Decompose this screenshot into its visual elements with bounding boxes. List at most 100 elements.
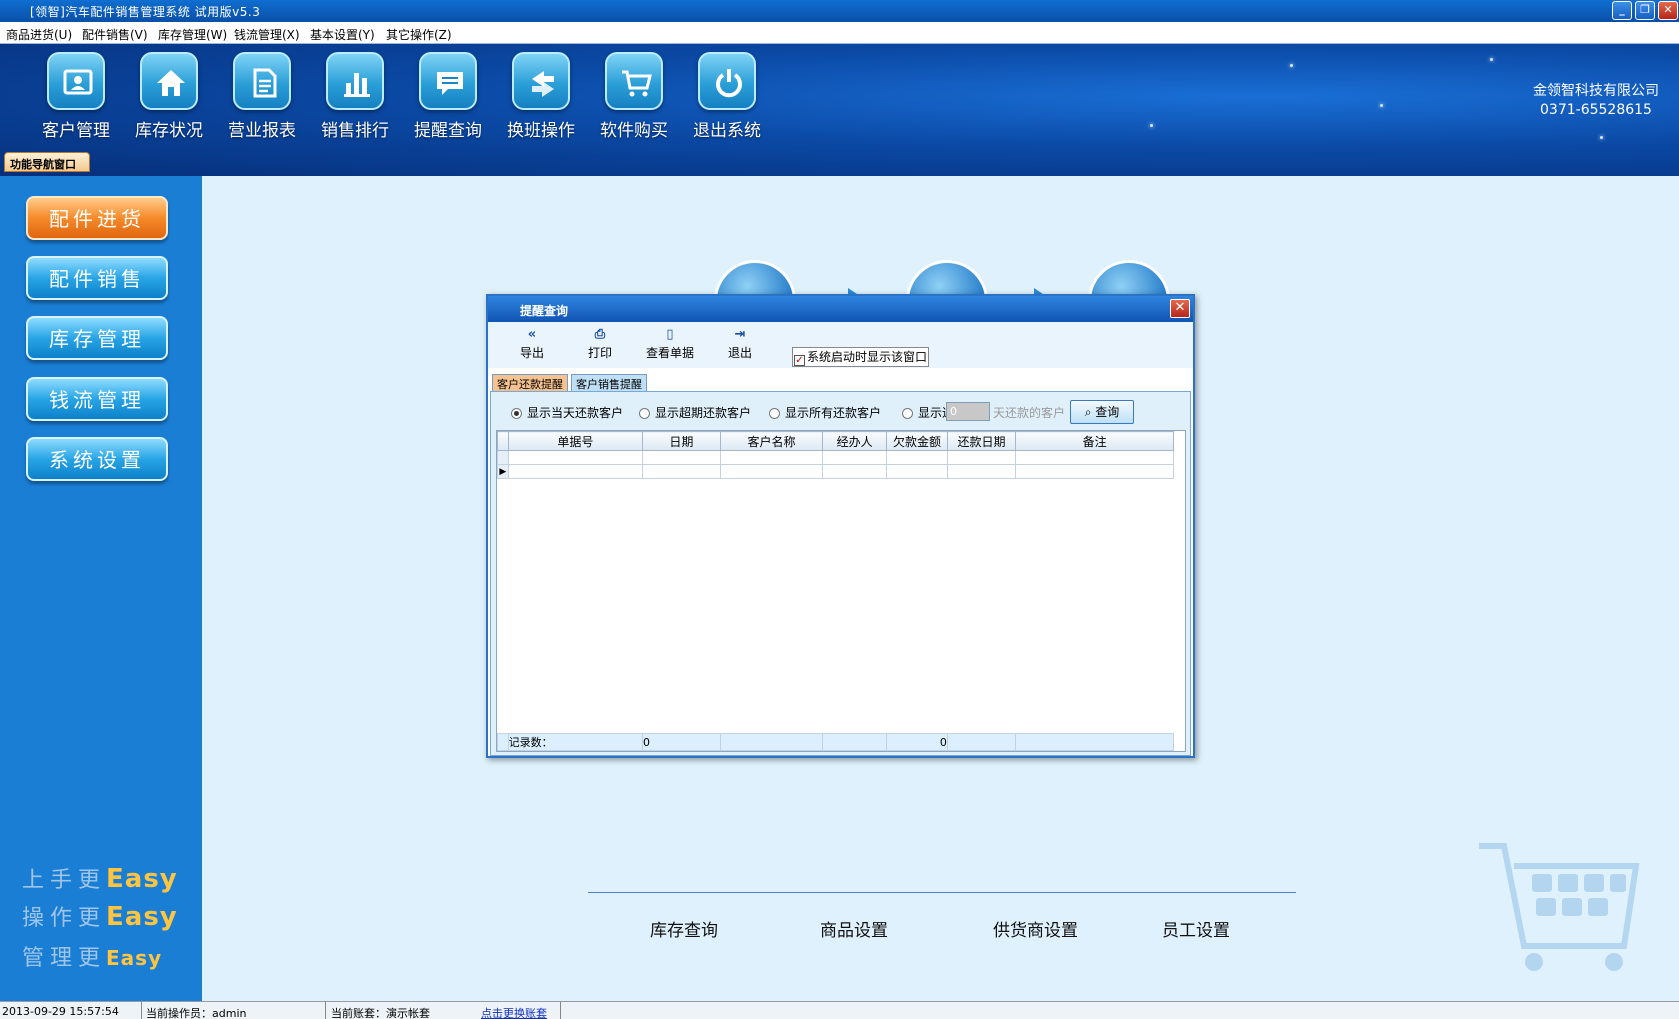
row-header [497, 450, 509, 465]
star-decoration [1290, 64, 1293, 67]
table-cell[interactable] [507, 464, 644, 479]
query-button-label: 查询 [1095, 405, 1120, 419]
menu-basic-settings[interactable]: 基本设置(Y) [310, 26, 375, 43]
menu-goods-purchase[interactable]: 商品进货(U) [6, 26, 72, 43]
table-cell[interactable] [822, 464, 888, 479]
status-account: 当前账套：演示帐套 [331, 1007, 430, 1019]
slogan-text: 管理更 [22, 946, 107, 971]
menu-other[interactable]: 其它操作(Z) [386, 26, 452, 43]
toolbar-inventory-status[interactable]: 库存状况 [127, 52, 211, 142]
tool-label: 导出 [520, 346, 545, 360]
current-row-pointer-icon: ▶ [497, 464, 509, 479]
table-header-row: 单据号 日期 客户名称 经办人 欠款金额 还款日期 备注 [497, 431, 1174, 451]
radio-dot [902, 408, 913, 419]
show-on-startup-checkbox[interactable]: ✓ 系统启动时显示该窗口 [792, 347, 930, 367]
tab-customer-repayment[interactable]: 客户还款提醒 [492, 374, 568, 391]
column-header[interactable]: 备注 [1015, 431, 1174, 451]
status-operator: 当前操作员：admin [146, 1007, 247, 1019]
table-cell[interactable] [719, 464, 824, 479]
radio-all[interactable]: 显示所有还款客户 [769, 404, 881, 421]
cart-watermark-icon [1479, 843, 1640, 971]
slogan-accent: Easy [106, 902, 178, 932]
table-row[interactable] [497, 450, 1174, 465]
table-cell[interactable] [886, 464, 948, 479]
tab-customer-sales[interactable]: 客户销售提醒 [571, 374, 647, 391]
close-window-button[interactable]: ✕ [1658, 1, 1678, 20]
table-cell[interactable] [719, 450, 824, 465]
toolbar-exit-system[interactable]: 退出系统 [685, 52, 769, 142]
table-cell[interactable] [642, 464, 721, 479]
sidebar-item-cashflow[interactable]: 钱流管理 [26, 377, 168, 421]
toolbar-shift-change[interactable]: 换班操作 [499, 52, 583, 142]
check-icon: ✓ [794, 355, 805, 366]
company-name: 金领智科技有限公司 [1533, 83, 1659, 99]
debt-total-value: 0 [886, 733, 948, 751]
column-header[interactable]: 经办人 [822, 431, 888, 451]
tool-label: 退出 [728, 346, 753, 360]
radio-label: 显示当天还款客户 [527, 406, 624, 420]
toolbar-sales-ranking[interactable]: 销售排行 [313, 52, 397, 142]
query-button[interactable]: ⌕ 查询 [1070, 400, 1134, 424]
star-decoration [1380, 104, 1383, 107]
menu-parts-sales[interactable]: 配件销售(V) [82, 26, 148, 43]
table-cell[interactable] [507, 450, 644, 465]
status-separator [325, 1002, 326, 1019]
sidebar-item-system-settings[interactable]: 系统设置 [26, 437, 168, 481]
status-bar: 2013-09-29 15:57:54 当前操作员：admin 当前账套：演示帐… [0, 1001, 1679, 1019]
slogan-accent: Easy [106, 864, 178, 894]
radio-label: 显示超期还款客户 [655, 406, 752, 420]
toolbar-business-report[interactable]: 营业报表 [220, 52, 304, 142]
sidebar-item-inventory[interactable]: 库存管理 [26, 316, 168, 360]
table-cell[interactable] [946, 464, 1017, 479]
column-header[interactable]: 还款日期 [946, 431, 1017, 451]
dialog-title-bar[interactable]: 提醒查询 ✕ [488, 296, 1193, 322]
switch-account-link[interactable]: 点击更换账套 [481, 1005, 547, 1019]
minimize-button[interactable]: _ [1612, 1, 1632, 20]
link-employee-settings[interactable]: 员工设置 [1162, 916, 1230, 941]
menu-cashflow[interactable]: 钱流管理(X) [234, 26, 300, 43]
toolbar-label: 客户管理 [42, 121, 110, 141]
days-input[interactable]: 0 [946, 402, 990, 421]
slogan: 操作更Easy [22, 900, 178, 932]
export-button[interactable]: « 导出 [520, 328, 544, 361]
sidebar-item-parts-sales[interactable]: 配件销售 [26, 256, 168, 300]
toolbar-label: 换班操作 [507, 121, 575, 141]
print-button[interactable]: ⎙ 打印 [588, 328, 612, 361]
column-header[interactable]: 单据号 [507, 431, 644, 451]
radio-today[interactable]: 显示当天还款客户 [511, 404, 623, 421]
column-header[interactable]: 客户名称 [719, 431, 824, 451]
table-cell[interactable] [642, 450, 721, 465]
dialog-close-button[interactable]: ✕ [1170, 299, 1190, 318]
toolbar-software-purchase[interactable]: 软件购买 [592, 52, 676, 142]
radio-label: 显示所有还款客户 [785, 406, 882, 420]
link-inventory-query[interactable]: 库存查询 [650, 916, 718, 941]
table-cell[interactable] [946, 450, 1017, 465]
table-cell[interactable] [1015, 450, 1174, 465]
view-document-button[interactable]: ▯ 查看单据 [646, 328, 694, 361]
document-icon [233, 52, 291, 110]
exit-dialog-button[interactable]: ⇥ 退出 [728, 328, 752, 361]
table-cell[interactable] [886, 450, 948, 465]
record-count-label: 记录数： [507, 733, 644, 751]
radio-dot [769, 408, 780, 419]
toolbar-customer-management[interactable]: 客户管理 [34, 52, 118, 142]
column-header[interactable]: 欠款金额 [886, 431, 948, 451]
star-decoration [1150, 124, 1153, 127]
function-nav-window-tab[interactable]: 功能导航窗口 [4, 152, 90, 172]
link-goods-settings[interactable]: 商品设置 [820, 916, 888, 941]
table-cell[interactable] [822, 450, 888, 465]
toolbar-reminder-query[interactable]: 提醒查询 [406, 52, 490, 142]
reminder-table: 单据号 日期 客户名称 经办人 欠款金额 还款日期 备注 ▶ 记录数： 0 0 [496, 430, 1186, 752]
column-header[interactable]: 日期 [642, 431, 721, 451]
cart-icon [605, 52, 663, 110]
radio-dot [639, 408, 650, 419]
filter-bar: 显示当天还款客户 显示超期还款客户 显示所有还款客户 显示近 0 天还款的客户 … [491, 392, 1190, 428]
sidebar-item-parts-purchase[interactable]: 配件进货 [26, 196, 168, 240]
menu-inventory[interactable]: 库存管理(W) [158, 26, 227, 43]
restore-button[interactable]: ❐ [1635, 1, 1655, 20]
company-info: 金领智科技有限公司 0371-65528615 [1533, 82, 1659, 120]
table-cell[interactable] [1015, 464, 1174, 479]
table-row[interactable]: ▶ [497, 464, 1174, 479]
radio-overdue[interactable]: 显示超期还款客户 [639, 404, 751, 421]
link-supplier-settings[interactable]: 供货商设置 [993, 916, 1078, 941]
